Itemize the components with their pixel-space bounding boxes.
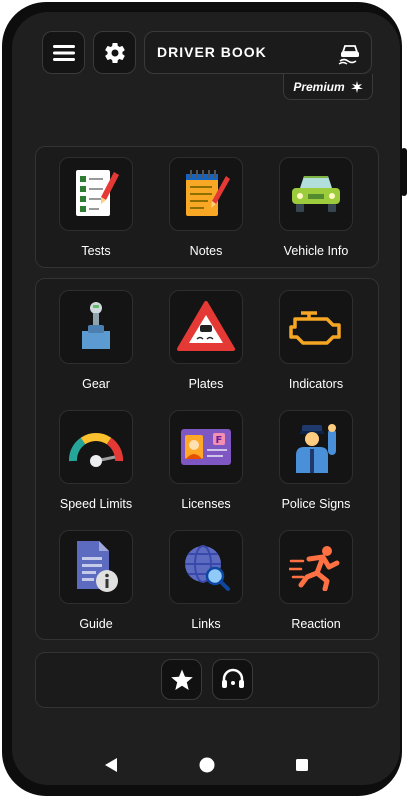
categories-panel: Gear Plates Indicators Speed Limits F Li…: [35, 278, 379, 640]
home-icon[interactable]: [198, 756, 216, 774]
police-officer-icon: [296, 424, 336, 473]
license-card-icon: F: [181, 429, 231, 465]
app-title-bar: DRIVER BOOK: [144, 31, 372, 74]
svg-text:F: F: [216, 435, 223, 446]
car-icon: [292, 176, 340, 212]
running-man-icon: [289, 546, 340, 591]
tile-indicators[interactable]: Indicators: [261, 290, 371, 400]
tile-label: Police Signs: [281, 497, 351, 511]
tile-notes[interactable]: Notes: [151, 157, 261, 267]
document-info-icon: [77, 541, 118, 592]
tile-label: Reaction: [291, 617, 341, 631]
premium-label: Premium: [293, 79, 345, 94]
premium-badge[interactable]: Premium: [283, 74, 373, 100]
gear-icon: [104, 42, 125, 63]
tile-tests[interactable]: Tests: [41, 157, 151, 267]
settings-button[interactable]: [93, 31, 136, 74]
engine-light-icon: [289, 311, 341, 345]
tile-label: Indicators: [288, 377, 344, 391]
checklist-icon: [76, 170, 119, 216]
hamburger-icon: [52, 44, 75, 61]
gear-stick-icon: [82, 302, 110, 349]
tile-licenses[interactable]: F Licenses: [151, 410, 261, 520]
volume-down-button: [4, 258, 12, 306]
tile-guide[interactable]: Guide: [41, 530, 151, 640]
volume-up-button: [4, 196, 12, 240]
star-icon: [170, 669, 193, 690]
tile-vehicle-info[interactable]: Vehicle Info: [261, 157, 371, 267]
tile-label: Vehicle Info: [283, 244, 349, 258]
power-button: [401, 148, 407, 196]
app-screen: DRIVER BOOK Premium Tests Notes Vehicle …: [12, 12, 400, 785]
globe-search-icon: [185, 545, 230, 591]
car-skid-icon: [338, 45, 359, 65]
leaf-icon: [350, 80, 363, 93]
support-button[interactable]: [212, 659, 253, 700]
tile-plates[interactable]: Plates: [151, 290, 261, 400]
recents-icon[interactable]: [295, 758, 309, 772]
tile-gear[interactable]: Gear: [41, 290, 151, 400]
notepad-icon: [186, 170, 230, 216]
headset-icon: [221, 668, 244, 688]
main-tools-panel: Tests Notes Vehicle Info: [35, 146, 379, 268]
app-title: DRIVER BOOK: [157, 44, 267, 60]
bottom-action-bar: [35, 652, 379, 708]
tile-links[interactable]: Links: [151, 530, 261, 640]
tile-police-signs[interactable]: Police Signs: [261, 410, 371, 520]
tile-reaction[interactable]: Reaction: [261, 530, 371, 640]
back-icon[interactable]: [104, 757, 118, 773]
menu-button[interactable]: [42, 31, 85, 74]
warning-triangle-icon: [177, 301, 235, 351]
favorites-button[interactable]: [161, 659, 202, 700]
tile-speed-limits[interactable]: Speed Limits: [41, 410, 151, 520]
system-nav-bar: [12, 747, 400, 783]
speedometer-icon: [69, 433, 123, 467]
